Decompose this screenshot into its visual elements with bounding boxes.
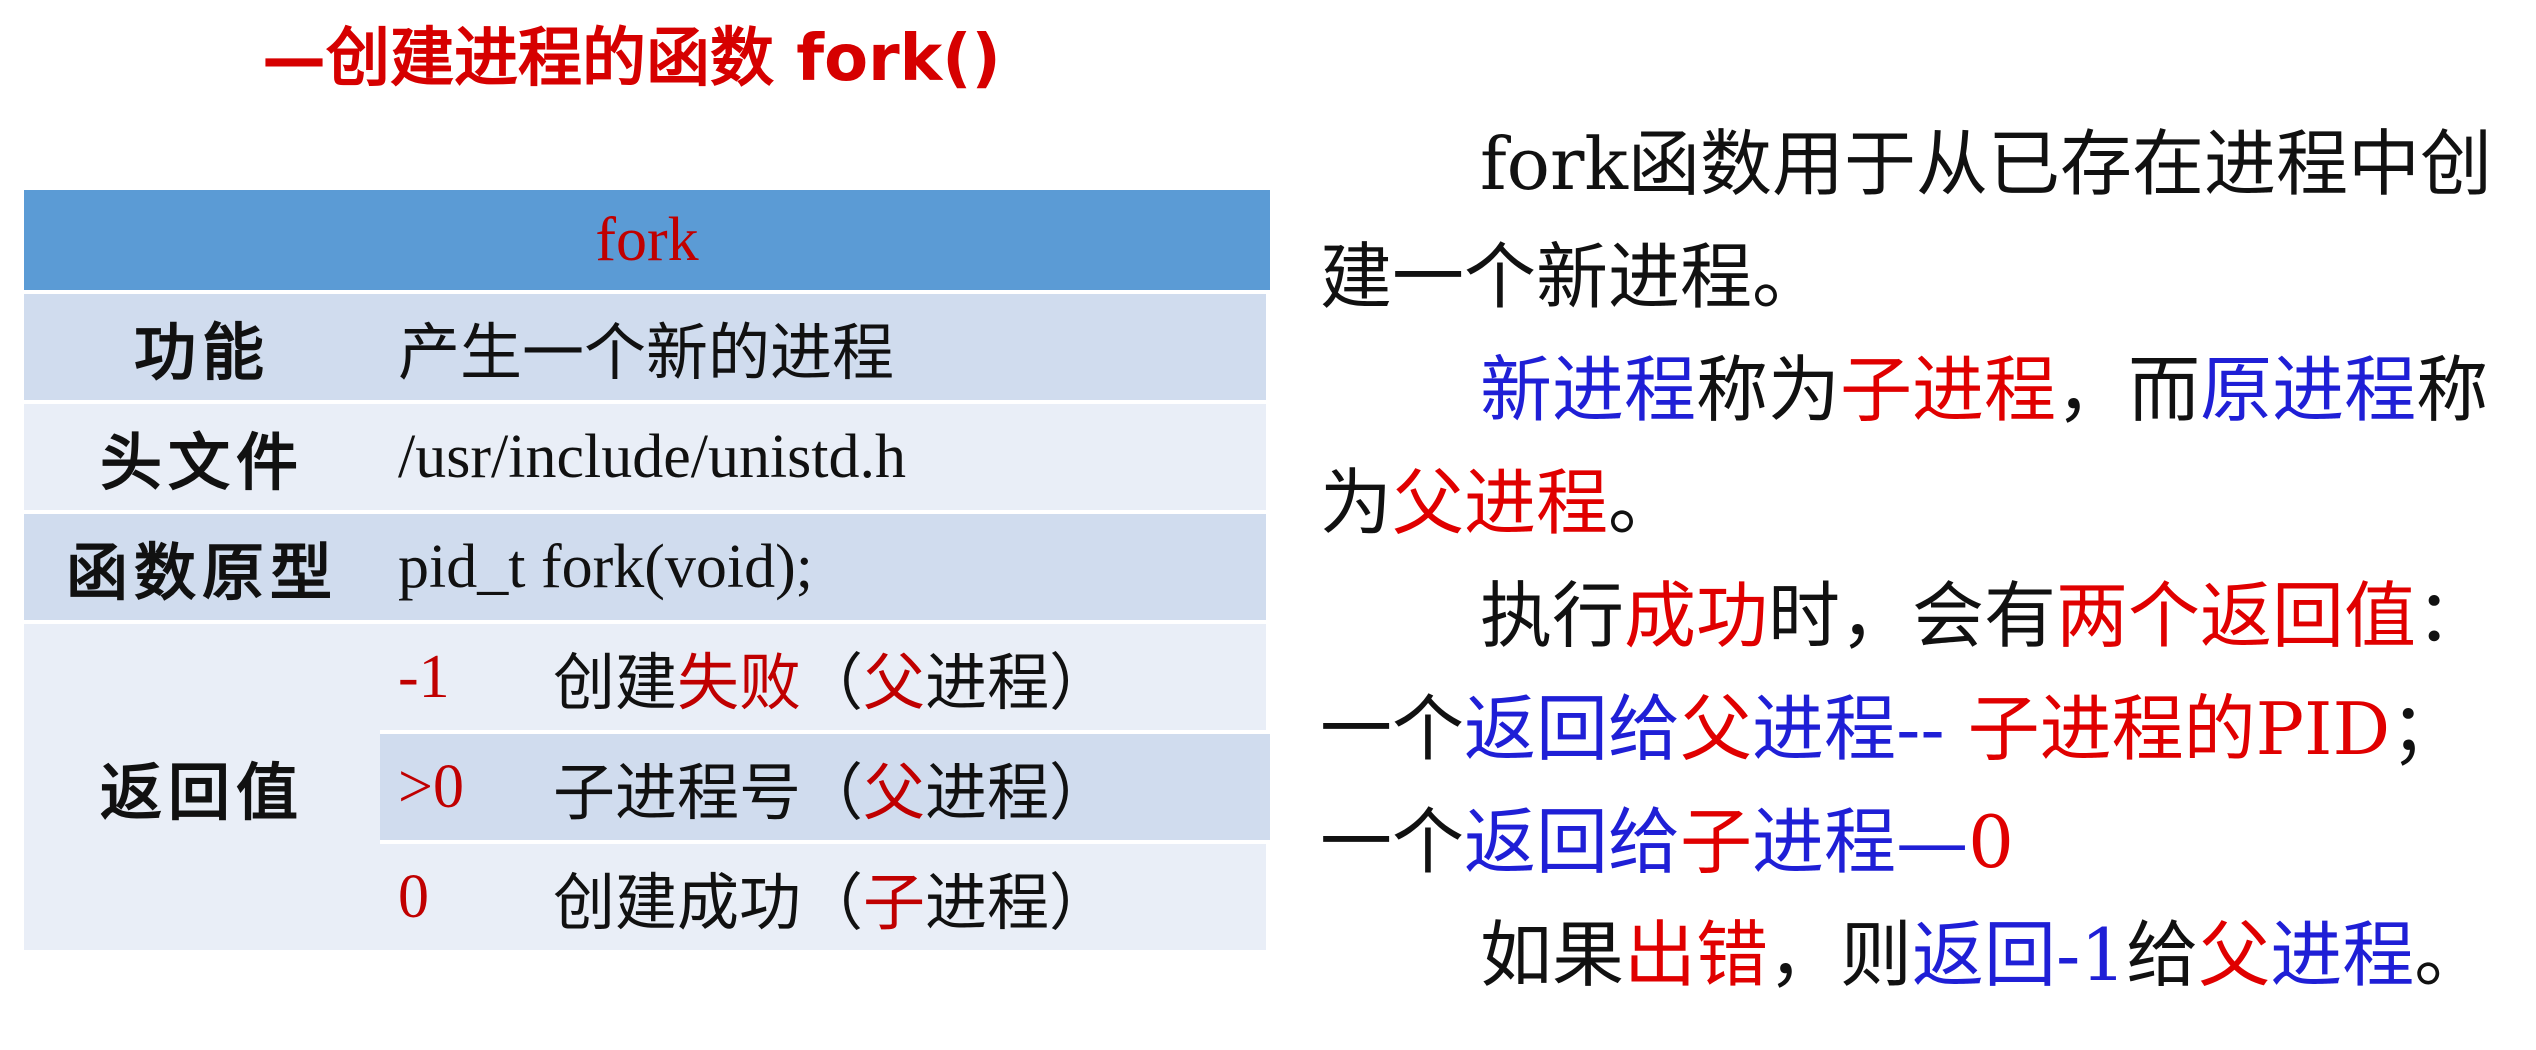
desc-paragraph-1: fork函数用于从已存在进程中创建一个新进程。 (1320, 122, 2493, 319)
paren-open: （ (801, 646, 864, 719)
text-segment: 成功 (1624, 574, 1769, 658)
text-segment: 新进程 (1480, 348, 1697, 432)
page-title: —创建进程的函数 fork() (262, 22, 1001, 96)
return-target: 父 (863, 646, 926, 719)
text-segment: 子进程 (1840, 348, 2057, 432)
text-segment: ： (2416, 574, 2489, 658)
text-segment: 执行 (1480, 574, 1625, 658)
text-segment: 返回-1 (1912, 913, 2127, 997)
text-segment: 原进程 (2200, 348, 2417, 432)
return-target-suffix: 进程） (925, 646, 1112, 719)
desc-paragraph-5: 一个返回给子进程—0 (1320, 786, 2530, 899)
row-label-return-value: 返回值 (24, 624, 380, 954)
text-segment: 出错 (1624, 913, 1769, 997)
row-value-prototype: pid_t fork(void); (380, 514, 1270, 624)
desc-paragraph-6: 如果出错，则返回-1给父进程。 (1320, 899, 2530, 1012)
text-segment: 父 (2198, 913, 2271, 997)
text-segment: 一个 (1320, 687, 1465, 771)
text-segment: 父进程 (1392, 461, 1609, 545)
return-code: -1 (398, 642, 450, 711)
return-code: 0 (398, 862, 429, 931)
text-segment: 进程 (1752, 800, 1897, 884)
fork-table: fork 功能 产生一个新的进程 头文件 /usr/include/unistd… (24, 190, 1270, 970)
text-segment: 时，会有 (1768, 574, 2057, 658)
text-segment: 子进程的PID (1967, 687, 2391, 771)
text-segment: ； (2390, 687, 2463, 771)
return-target: 父 (863, 756, 926, 829)
return-target: 子 (863, 866, 926, 939)
row-label-function: 功能 (24, 294, 380, 404)
text-segment: 子 (1680, 800, 1753, 884)
row-value-function: 产生一个新的进程 (380, 294, 1270, 404)
text-segment: 进程 (2270, 913, 2415, 997)
return-code: >0 (398, 752, 464, 821)
text-segment: 给 (2126, 913, 2199, 997)
return-row-zero: 0 创建成功（子进程） (380, 844, 1270, 954)
paren-open: （ (801, 866, 864, 939)
desc-paragraph-2: 新进程称为子进程，而原进程称为父进程。 (1320, 334, 2530, 560)
text-segment: 两个返回值 (2056, 574, 2417, 658)
text-segment: 。 (1608, 461, 1681, 545)
return-desc: 创建成功 (553, 866, 802, 939)
text-segment: 如果 (1480, 913, 1625, 997)
return-target-suffix: 进程） (925, 756, 1112, 829)
text-segment: ，而 (2056, 348, 2201, 432)
text-segment: 返回给 (1464, 800, 1681, 884)
row-value-header-file: /usr/include/unistd.h (380, 404, 1270, 514)
return-desc: 子进程号 (553, 756, 802, 829)
return-desc-highlight: 失败 (677, 646, 802, 719)
text-segment: 父 (1680, 687, 1753, 771)
table-header: fork (24, 190, 1270, 294)
return-row-positive: >0 子进程号（父进程） (380, 734, 1270, 844)
text-segment: 。 (2414, 913, 2487, 997)
desc-paragraph-4: 一个返回给父进程-- 子进程的PID； (1320, 673, 2530, 786)
text-segment: 称为 (1696, 348, 1841, 432)
text-segment: — (1896, 800, 1969, 884)
description: fork函数用于从已存在进程中创建一个新进程。 新进程称为子进程，而原进程称为父… (1320, 108, 2530, 1012)
text-segment: ，则 (1768, 913, 1913, 997)
text-segment: -- (1896, 687, 1968, 771)
desc-paragraph-3: 执行成功时，会有两个返回值： (1320, 560, 2530, 673)
text-segment: 返回给 (1464, 687, 1681, 771)
return-target-suffix: 进程） (925, 866, 1112, 939)
row-label-header-file: 头文件 (24, 404, 380, 514)
text-segment: 一个 (1320, 800, 1465, 884)
row-label-prototype: 函数原型 (24, 514, 380, 624)
text-segment: 0 (1968, 800, 2014, 884)
text-segment: 进程 (1752, 687, 1897, 771)
paren-open: （ (801, 756, 864, 829)
return-desc: 创建 (553, 646, 678, 719)
return-row-fail: -1 创建 失败（父进程） (380, 624, 1270, 734)
